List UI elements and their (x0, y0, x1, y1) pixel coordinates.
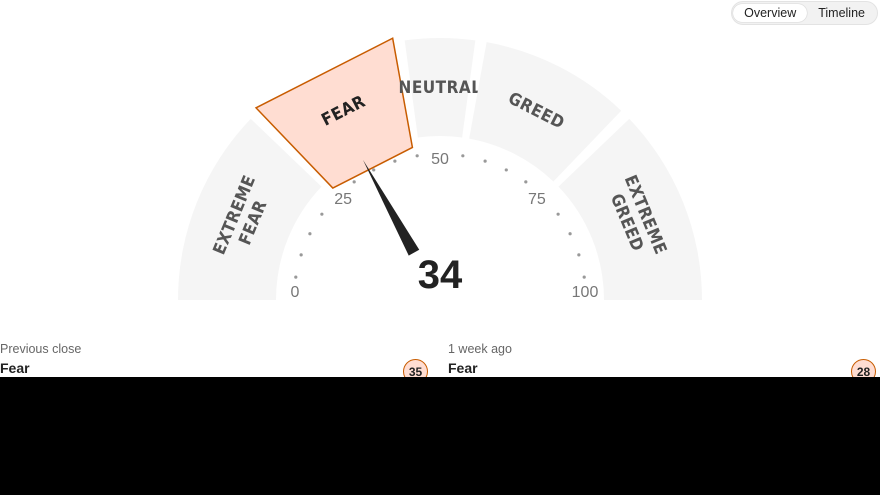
scale-dot (415, 154, 419, 158)
history-week-ago: 1 week ago Fear 28 (448, 342, 876, 377)
scale-dot (294, 275, 298, 279)
scale-dot (461, 154, 465, 158)
segment-label-neutral: NEUTRAL (399, 78, 482, 98)
fear-greed-panel: Overview Timeline EXTREMEFEAR FEAR NEUTRAL… (0, 0, 880, 377)
gauge-value: 34 (418, 253, 463, 297)
scale-dot (524, 180, 528, 184)
tick-label-50: 50 (431, 151, 449, 168)
scale-dot (352, 180, 356, 184)
history-previous-close: Previous close Fear 35 (0, 342, 428, 377)
history-caption: 1 week ago (448, 342, 512, 356)
scale-dot (483, 159, 487, 163)
scale-dot (320, 212, 324, 216)
tick-label-75: 75 (528, 191, 546, 208)
scale-dot (568, 232, 572, 236)
tick-label-25: 25 (334, 191, 352, 208)
fear-greed-gauge: EXTREMEFEARFEARNEUTRALGREEDEXTREMEGREED … (178, 37, 702, 354)
gauge-needle (362, 159, 420, 256)
history-score-badge: 35 (403, 359, 428, 377)
history-label: Fear (0, 360, 30, 376)
scale-dot (393, 159, 397, 163)
tick-label-0: 0 (291, 284, 300, 301)
history-label: Fear (448, 360, 478, 376)
scale-dot (556, 212, 560, 216)
scale-dot (577, 253, 581, 257)
scale-dot (308, 232, 312, 236)
scale-dot (504, 168, 508, 172)
tick-label-100: 100 (572, 284, 599, 301)
scale-dot (372, 168, 376, 172)
scale-dot (582, 275, 586, 279)
scale-dot (299, 253, 303, 257)
history-caption: Previous close (0, 342, 82, 356)
history-score-badge: 28 (851, 359, 876, 377)
